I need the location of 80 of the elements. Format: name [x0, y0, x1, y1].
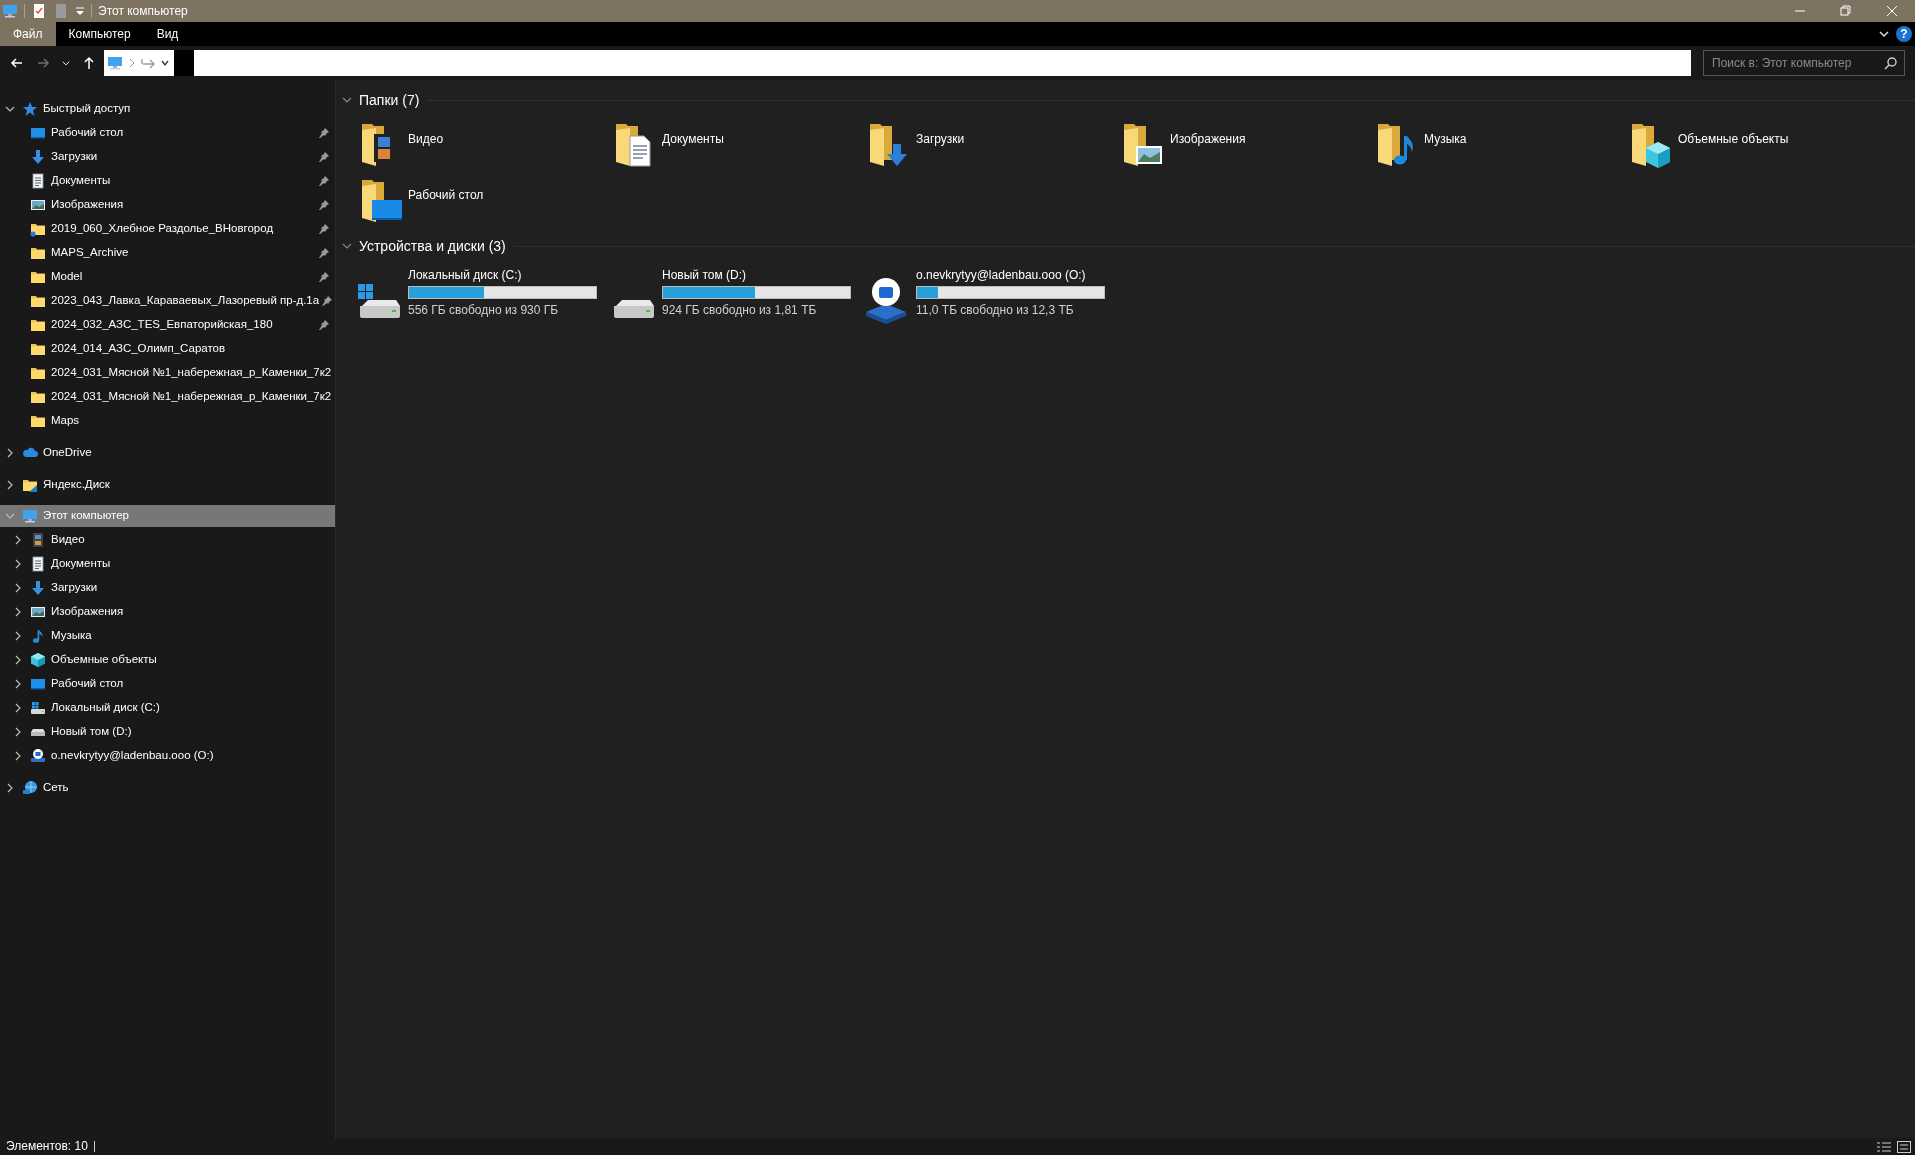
tree-item[interactable]: Рабочий стол	[0, 672, 335, 696]
tree-item[interactable]: 2024_014_АЗС_Олимп_Саратов	[0, 337, 335, 361]
folder-item[interactable]: Документы	[608, 116, 862, 172]
chevron-icon[interactable]	[160, 58, 170, 68]
ribbon-tab[interactable]: Файл	[0, 22, 56, 46]
redacted-block	[174, 50, 194, 76]
picture-icon	[30, 197, 46, 213]
arrow-icon	[140, 56, 156, 70]
tree-item[interactable]: MAPS_Archive	[0, 241, 335, 265]
help-button[interactable]: ?	[1896, 26, 1912, 42]
tree-item[interactable]: Документы	[0, 552, 335, 576]
close-icon	[1886, 5, 1898, 17]
drive-name[interactable]: Новый том (D:)	[662, 266, 851, 284]
tree-item[interactable]: 2024_031_Мясной №1_набережная_р_Каменки_7к2	[0, 385, 335, 409]
tree-item[interactable]: o.nevkrytyy@ladenbau.ooo (O:)	[0, 744, 335, 768]
folder-item[interactable]: Рабочий стол	[354, 172, 608, 228]
drive-name[interactable]: Локальный диск (C:)	[408, 266, 597, 284]
down-arrow-icon	[30, 149, 46, 165]
tree-item[interactable]: Загрузки	[0, 576, 335, 600]
tree-item[interactable]: Яндекс.Диск	[0, 473, 335, 497]
drive-icon	[30, 700, 46, 716]
network-drive-icon	[30, 748, 46, 764]
tree-item[interactable]: Музыка	[0, 624, 335, 648]
folder-item[interactable]: Изображения	[1116, 116, 1370, 172]
free-space-text: 924 ГБ свободно из 1,81 ТБ	[662, 302, 818, 319]
tree-item[interactable]: Этот компьютер	[0, 505, 335, 527]
tiles-view-icon[interactable]	[1897, 1140, 1911, 1153]
globe-icon	[22, 780, 38, 796]
group-header[interactable]: Устройства и диски (3)	[341, 235, 506, 257]
window-title: Этот компьютер	[98, 3, 188, 20]
search-icon	[1884, 56, 1898, 70]
tree-item[interactable]: Model	[0, 265, 335, 289]
group-header[interactable]: Папки (7)	[341, 89, 420, 111]
tree-item[interactable]: 2024_031_Мясной №1_набережная_р_Каменки_7к2	[0, 361, 335, 385]
tree-item[interactable]: OneDrive	[0, 441, 335, 465]
free-space-text: 11,0 ТБ свободно из 12,3 ТБ	[916, 302, 1075, 319]
tree-item[interactable]: Изображения	[0, 193, 335, 217]
monitor-icon	[30, 676, 46, 692]
computer-icon	[106, 55, 124, 71]
film-icon	[30, 532, 46, 548]
checklist-icon[interactable]	[31, 3, 47, 19]
tree-item[interactable]: Maps	[0, 409, 335, 433]
folder-item[interactable]: Видео	[354, 116, 608, 172]
chevron-icon[interactable]	[1878, 28, 1890, 40]
picture-icon	[30, 604, 46, 620]
document-icon	[30, 173, 46, 189]
restore-icon	[1840, 5, 1852, 17]
down-arrow-icon	[30, 580, 46, 596]
search-field[interactable]: Поиск в: Этот компьютер	[1703, 50, 1905, 76]
cube-icon	[30, 652, 46, 668]
tree-item[interactable]: 2024_032_АЗС_TES_Евпаторийская_180	[0, 313, 335, 337]
folder-item[interactable]: Загрузки	[862, 116, 1116, 172]
folder-item[interactable]: Объемные объекты	[1624, 116, 1878, 172]
details-view-icon[interactable]	[1877, 1140, 1891, 1153]
computer-icon	[22, 508, 38, 524]
tree-item[interactable]: Объемные объекты	[0, 648, 335, 672]
tree-item[interactable]: Сеть	[0, 776, 335, 800]
tree-item[interactable]: Быстрый доступ	[0, 97, 335, 121]
tree-item[interactable]: Новый том (D:)	[0, 720, 335, 744]
document-icon	[30, 556, 46, 572]
tree-item[interactable]: Изображения	[0, 600, 335, 624]
monitor-icon	[30, 125, 46, 141]
computer-icon	[2, 3, 18, 19]
free-space-text: 556 ГБ свободно из 930 ГБ	[408, 302, 560, 319]
tree-item[interactable]: Загрузки	[0, 145, 335, 169]
tree-item[interactable]: Локальный диск (C:)	[0, 696, 335, 720]
folder-item[interactable]: Музыка	[1370, 116, 1624, 172]
ribbon-tab[interactable]: Компьютер	[55, 22, 144, 46]
tree-item[interactable]: Документы	[0, 169, 335, 193]
tree-item[interactable]: Видео	[0, 528, 335, 552]
star-icon	[22, 101, 38, 117]
drive-name[interactable]: o.nevkrytyy@ladenbau.ooo (O:)	[916, 266, 1105, 284]
tree-item[interactable]: 2019_060_Хлебное Раздолье_ВНовгород	[0, 217, 335, 241]
tree-item[interactable]: 2023_043_Лавка_Караваевых_Лазоревый пр-д.1а	[0, 289, 335, 313]
item-count: Элементов: 10	[6, 1141, 95, 1152]
tree-item[interactable]: Рабочий стол	[0, 121, 335, 145]
chevron-icon	[128, 58, 136, 68]
ribbon-tab[interactable]: Вид	[143, 22, 192, 46]
address-field[interactable]	[104, 50, 1691, 76]
drive-icon	[30, 727, 46, 737]
